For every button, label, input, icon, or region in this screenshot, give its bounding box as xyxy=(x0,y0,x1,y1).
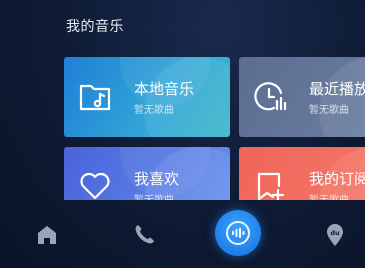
phone-icon[interactable] xyxy=(131,222,157,248)
card-label: 本地音乐 xyxy=(134,80,195,98)
card-favorites[interactable]: 我喜欢 暂无歌曲 xyxy=(64,147,230,200)
du-badge-text: du xyxy=(330,229,340,237)
card-subtitle: 暂无歌曲 xyxy=(309,191,349,200)
bookmark-add-icon xyxy=(257,172,285,200)
card-subtitle: 暂无歌曲 xyxy=(134,191,174,200)
card-label: 我喜欢 xyxy=(134,170,180,188)
bottom-navigation: du xyxy=(0,200,365,268)
heart-icon xyxy=(80,172,110,200)
voice-assistant-icon xyxy=(232,228,245,238)
card-subtitle: 暂无歌曲 xyxy=(134,105,174,116)
music-folder-icon xyxy=(79,84,111,111)
card-recent-play[interactable]: 最近播放 暂无歌曲 xyxy=(239,57,365,137)
card-subtitle: 暂无歌曲 xyxy=(309,105,349,116)
card-label: 最近播放 xyxy=(309,80,365,98)
du-location-icon[interactable]: du xyxy=(322,222,348,248)
recent-clock-icon xyxy=(254,82,287,111)
card-subscriptions[interactable]: 我的订阅 暂无歌曲 xyxy=(239,147,365,200)
voice-assistant-button[interactable] xyxy=(215,210,261,256)
music-card-grid: 本地音乐 暂无歌曲 最近播放 暂无歌曲 我喜欢 暂无歌曲 我的订阅 xyxy=(0,0,365,200)
card-label: 我的订阅 xyxy=(309,170,365,188)
card-local-music[interactable]: 本地音乐 暂无歌曲 xyxy=(64,57,230,137)
home-icon[interactable] xyxy=(34,222,60,248)
